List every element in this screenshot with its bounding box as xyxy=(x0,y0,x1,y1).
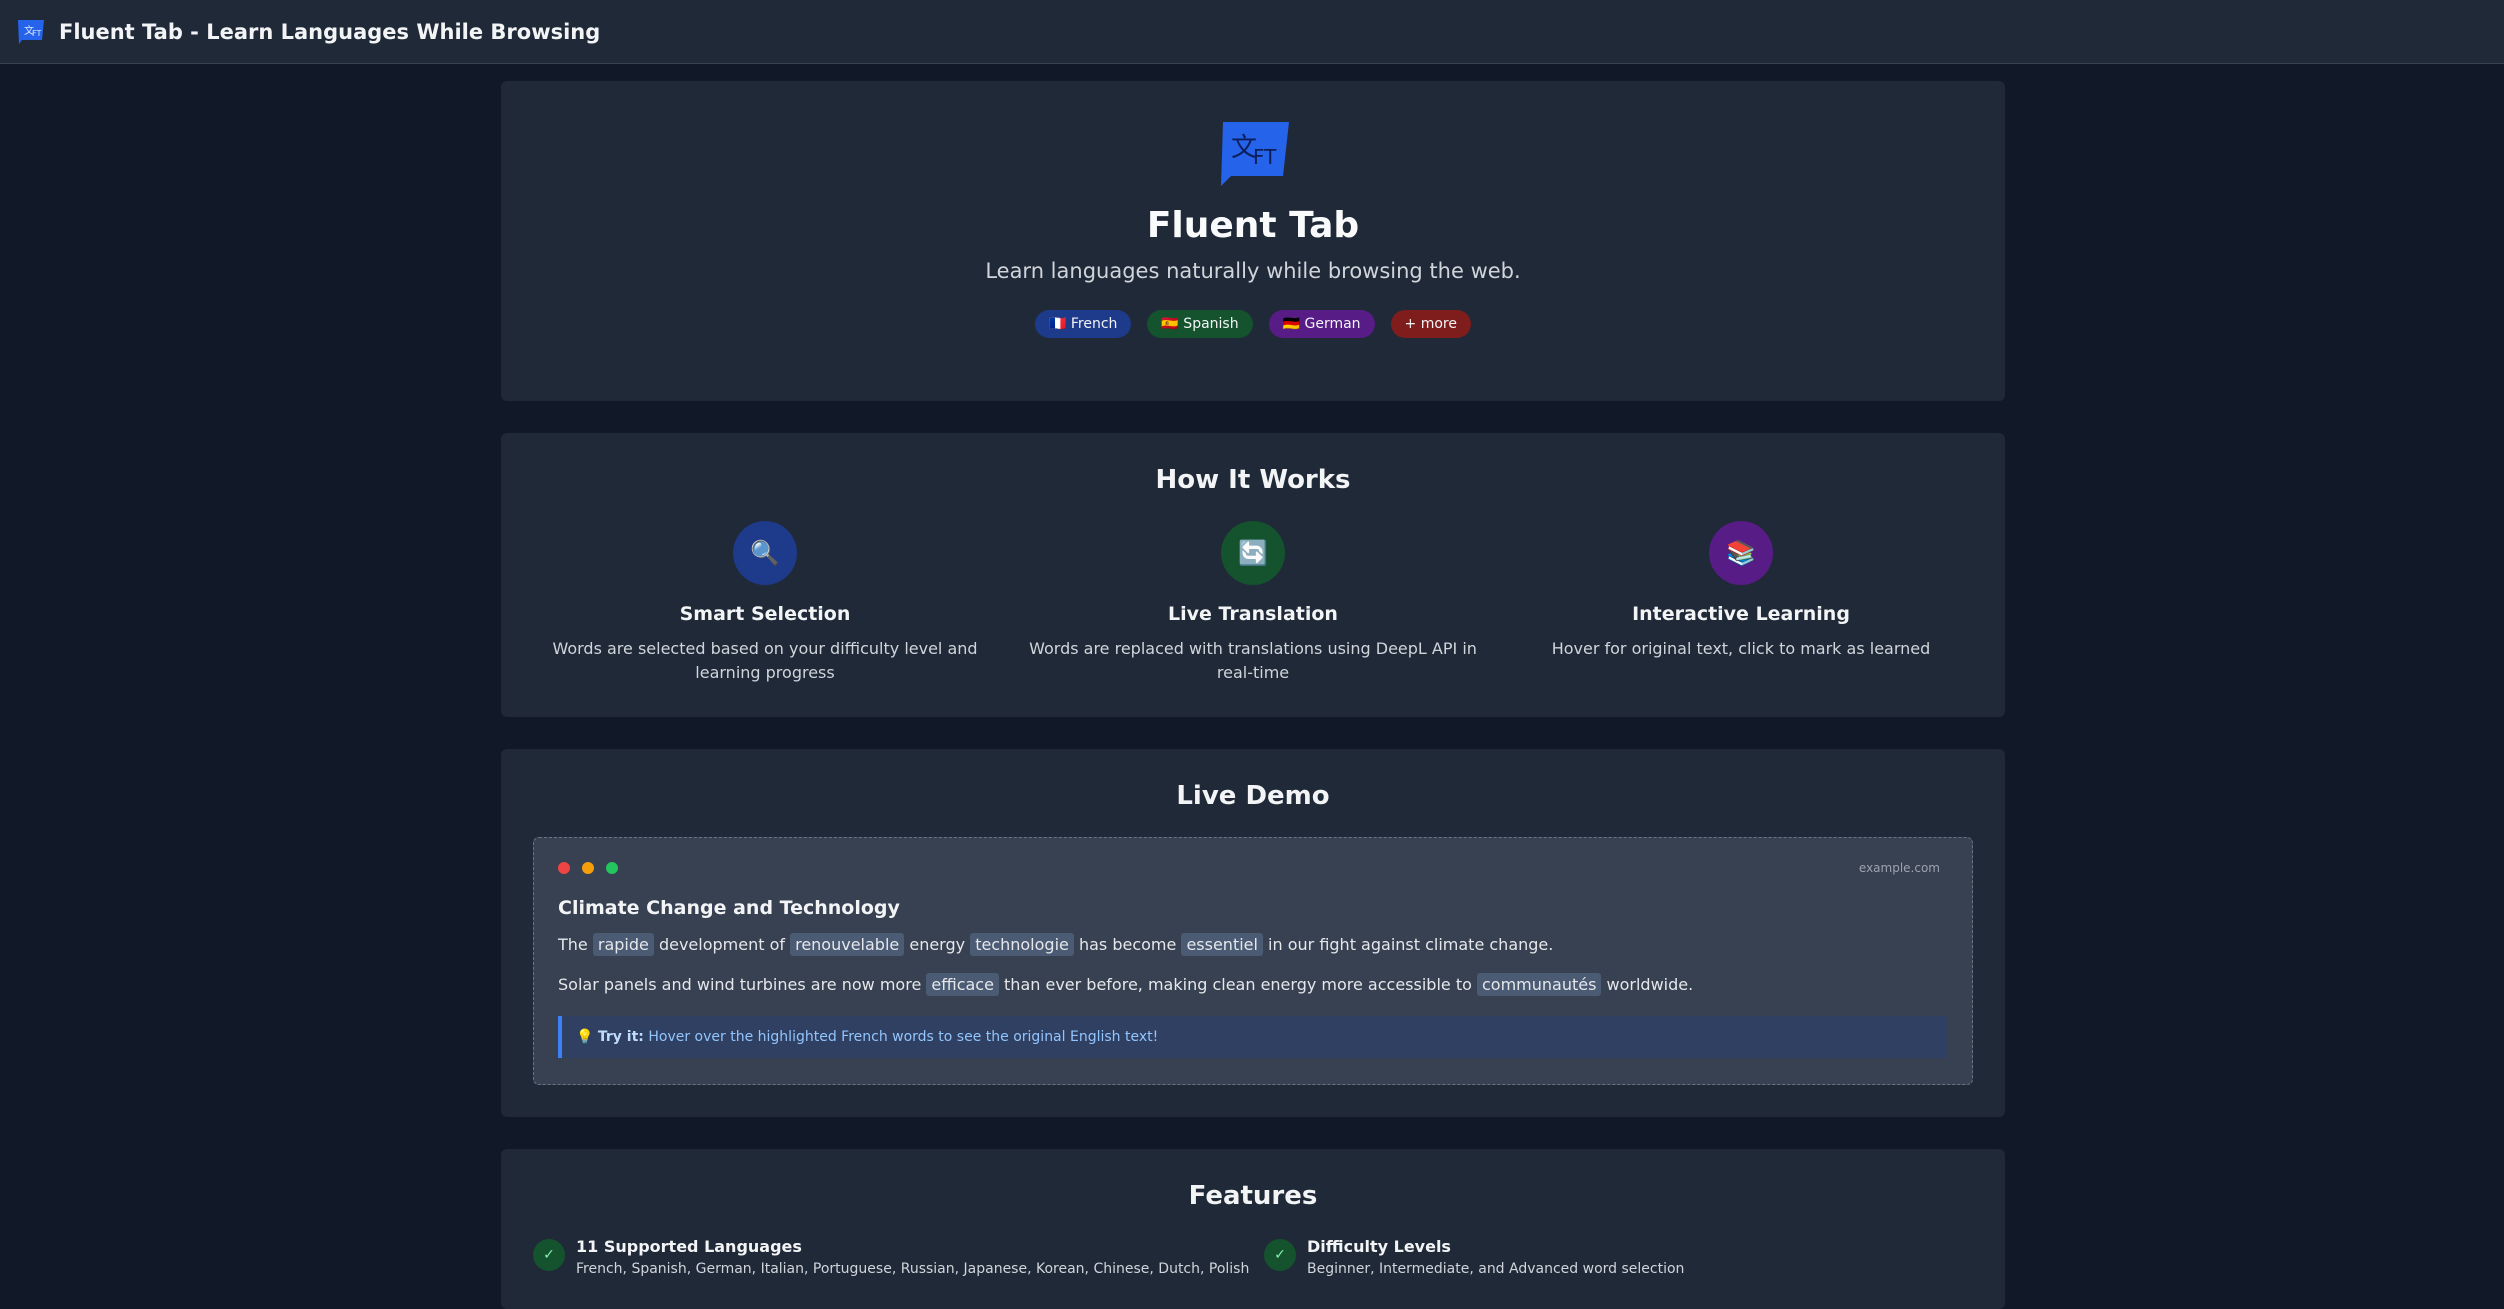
hero-title: Fluent Tab xyxy=(1146,205,1360,246)
top-bar: 文 FT Fluent Tab - Learn Languages While … xyxy=(0,0,2504,64)
feature-description: French, Spanish, German, Italian, Portug… xyxy=(576,1261,1250,1277)
language-badges: 🇫🇷 French 🇪🇸 Spanish 🇩🇪 German + more xyxy=(501,310,2005,338)
check-icon: ✓ xyxy=(1264,1239,1296,1271)
step-interactive-learning: 📚 Interactive Learning Hover for origina… xyxy=(1506,521,1976,661)
badge-more: + more xyxy=(1390,310,1471,338)
translated-word[interactable]: communautés xyxy=(1476,973,1602,996)
translated-word[interactable]: essentiel xyxy=(1181,933,1263,956)
article-paragraph-2: Solar panels and wind turbines are now m… xyxy=(558,973,1694,996)
feature-title: Difficulty Levels xyxy=(1307,1237,1451,1256)
article-title: Climate Change and Technology xyxy=(558,897,900,919)
lightbulb-icon: 💡 xyxy=(576,1029,594,1045)
step-live-translation: 🔄 Live Translation Words are replaced wi… xyxy=(1018,521,1488,685)
window-controls xyxy=(558,862,618,874)
step-description: Words are replaced with translations usi… xyxy=(1029,639,1477,682)
how-it-works-card: How It Works 🔍 Smart Selection Words are… xyxy=(501,433,2005,717)
badge-french: 🇫🇷 French xyxy=(1035,310,1132,338)
badge-spanish: 🇪🇸 Spanish xyxy=(1147,310,1253,338)
article-paragraph-1: The rapide development of renouvelable e… xyxy=(558,933,1554,956)
minimize-dot xyxy=(582,862,594,874)
badge-german: 🇩🇪 German xyxy=(1268,310,1375,338)
svg-text:FT: FT xyxy=(32,29,41,38)
step-smart-selection: 🔍 Smart Selection Words are selected bas… xyxy=(530,521,1000,685)
features-card: Features ✓ 11 Supported Languages French… xyxy=(501,1149,2005,1309)
live-demo-card: Live Demo example.com Climate Change and… xyxy=(501,749,2005,1117)
close-dot xyxy=(558,862,570,874)
check-icon: ✓ xyxy=(533,1239,565,1271)
demo-url: example.com xyxy=(1858,861,1940,875)
step-description: Words are selected based on your difficu… xyxy=(552,639,978,682)
hero-card: 文 FT Fluent Tab Learn languages naturall… xyxy=(501,81,2005,401)
translated-word[interactable]: technologie xyxy=(970,933,1074,956)
fluent-tab-logo-icon: 文 FT xyxy=(18,20,44,44)
svg-text:FT: FT xyxy=(1253,145,1277,169)
feature-title: 11 Supported Languages xyxy=(576,1237,802,1256)
step-title: Interactive Learning xyxy=(1632,603,1850,625)
maximize-dot xyxy=(606,862,618,874)
tip-label: Try it: xyxy=(597,1029,644,1045)
section-title: Live Demo xyxy=(1176,781,1330,811)
tip-callout: 💡 Try it: Hover over the highlighted Fre… xyxy=(558,1016,1947,1058)
tip-text: Hover over the highlighted French words … xyxy=(648,1029,1159,1045)
step-description: Hover for original text, click to mark a… xyxy=(1551,639,1931,658)
app-title: Fluent Tab - Learn Languages While Brows… xyxy=(59,20,601,44)
demo-browser-window: example.com Climate Change and Technolog… xyxy=(533,837,1973,1085)
translated-word[interactable]: rapide xyxy=(592,933,654,956)
translated-word[interactable]: renouvelable xyxy=(790,933,905,956)
books-icon: 📚 xyxy=(1709,521,1773,585)
fluent-tab-logo-icon: 文 FT xyxy=(1221,122,1289,186)
translated-word[interactable]: efficace xyxy=(926,973,999,996)
step-title: Live Translation xyxy=(1168,603,1338,625)
magnifier-icon: 🔍 xyxy=(733,521,797,585)
step-title: Smart Selection xyxy=(679,603,851,625)
section-title: Features xyxy=(1188,1181,1318,1211)
hero-subtitle: Learn languages naturally while browsing… xyxy=(985,259,1521,283)
feature-description: Beginner, Intermediate, and Advanced wor… xyxy=(1307,1261,1685,1277)
section-title: How It Works xyxy=(1155,465,1351,495)
refresh-icon: 🔄 xyxy=(1221,521,1285,585)
